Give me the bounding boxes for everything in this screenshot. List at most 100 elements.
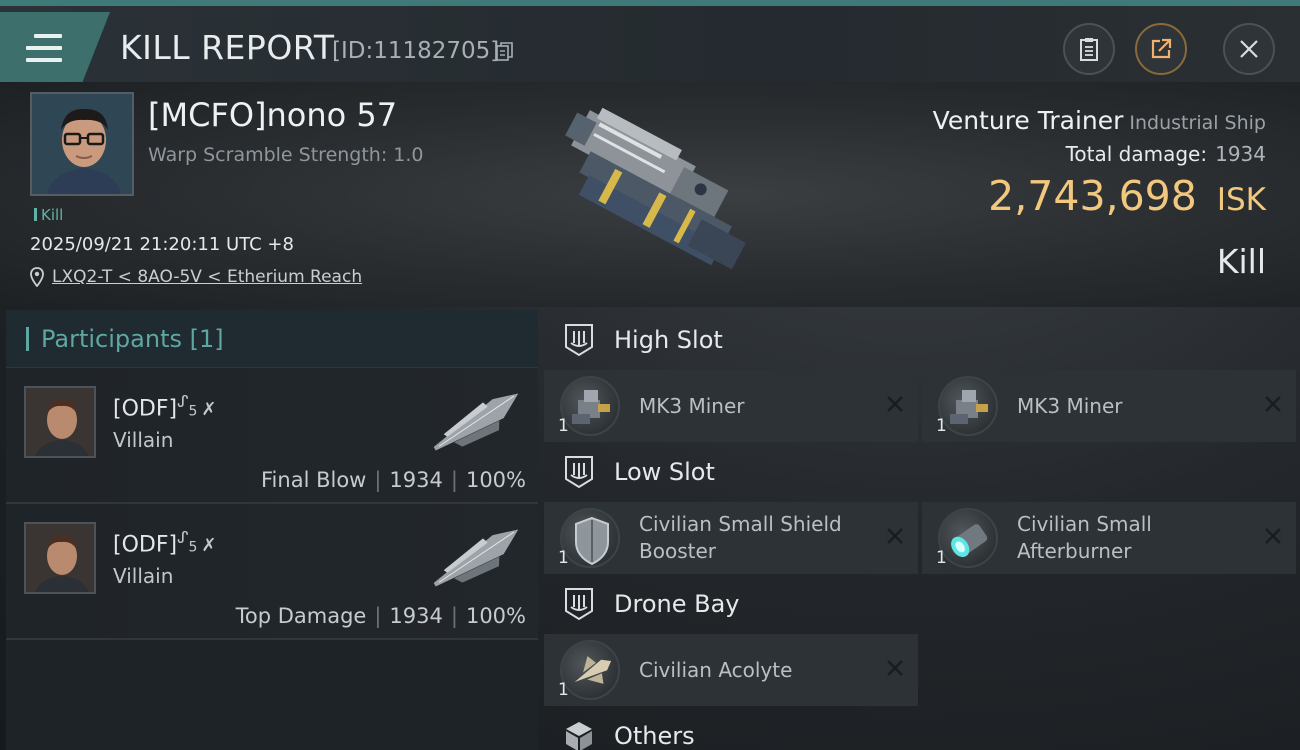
drone-icon: [560, 640, 620, 700]
module-name: MK3 Miner: [1017, 393, 1123, 418]
high-slot-header: High Slot: [544, 310, 1300, 370]
kill-timestamp: 2025/09/21 21:20:11 UTC +8: [30, 234, 294, 255]
miner-icon: [560, 376, 620, 436]
module-quantity: 1: [558, 548, 569, 568]
close-button[interactable]: [1223, 23, 1275, 75]
high-slot-modules: 1 MK3 Miner 1 MK3 Miner: [544, 370, 1300, 442]
participant-ship-image: [433, 393, 519, 451]
destroyed-x-icon: [1265, 396, 1281, 412]
rank-icon: ᔑ: [177, 392, 189, 411]
clipboard-icon: [1080, 38, 1098, 61]
afterburner-icon: [938, 508, 998, 568]
destroyed-x-icon: [1265, 528, 1281, 544]
participant-row[interactable]: [ODF]ᔑ5 ✗ Villain Final Blow | 1934 | 100%: [6, 368, 538, 504]
empty-module-slot: [922, 634, 1296, 706]
high-slot-icon: [565, 324, 593, 357]
participant-percent: 100%: [465, 468, 526, 492]
low-slot-header: Low Slot: [544, 442, 1300, 502]
low-slot-label: Low Slot: [614, 458, 715, 486]
kill-result: Kill: [1216, 242, 1266, 281]
kill-location[interactable]: LXQ2-T < 8AO-5V < Etherium Reach: [30, 267, 362, 287]
module-item[interactable]: 1 MK3 Miner: [922, 370, 1296, 442]
total-damage-label: Total damage:: [1065, 142, 1208, 166]
participant-ship-image: [433, 529, 519, 587]
participant-damage: 1934: [389, 468, 443, 492]
share-icon: [1151, 38, 1172, 59]
clipboard-button[interactable]: [1063, 23, 1115, 75]
miner-icon: [938, 376, 998, 436]
others-label: Others: [614, 722, 695, 750]
victim-avatar[interactable]: [30, 92, 134, 196]
kill-tag: Kill: [34, 206, 63, 224]
close-icon: [1240, 40, 1258, 58]
drone-bay-label: Drone Bay: [614, 590, 740, 618]
blow-label: Top Damage: [235, 604, 367, 628]
module-quantity: 1: [558, 416, 569, 436]
rank-icon: ᔑ: [177, 528, 189, 547]
module-item[interactable]: 1 MK3 Miner: [544, 370, 918, 442]
shield-booster-icon: [560, 508, 620, 568]
participant-avatar: [24, 386, 96, 458]
module-quantity: 1: [936, 416, 947, 436]
participant-role: Villain: [113, 564, 174, 588]
module-item[interactable]: 1 Civilian Acolyte: [544, 634, 918, 706]
module-quantity: 1: [558, 680, 569, 700]
faction-icon: ✗: [201, 399, 217, 421]
isk-amount: 2,743,698: [988, 172, 1197, 220]
participant-percent: 100%: [465, 604, 526, 628]
destroyed-x-icon: [887, 660, 903, 676]
victim-name[interactable]: [MCFO]nono 57: [148, 96, 397, 134]
participant-role: Villain: [113, 428, 174, 452]
module-name: Civilian Small Shield Booster: [639, 512, 842, 563]
location-link[interactable]: LXQ2-T < 8AO-5V < Etherium Reach: [52, 267, 362, 287]
module-item[interactable]: 1 Civilian Small Shield Booster: [544, 502, 918, 574]
module-name: MK3 Miner: [639, 393, 745, 418]
ship-class: Industrial Ship: [1129, 112, 1266, 134]
participant-name-text: [ODF]: [113, 396, 178, 422]
drone-bay-icon: [565, 588, 593, 621]
participant-name[interactable]: [ODF]ᔑ5 ✗: [113, 392, 216, 421]
participant-name-text: [ODF]: [113, 532, 178, 558]
victim-ship-name[interactable]: Venture Trainer Industrial Ship: [933, 106, 1266, 135]
low-slot-icon: [565, 456, 593, 489]
participant-name[interactable]: [ODF]ᔑ5 ✗: [113, 528, 216, 557]
blow-label: Final Blow: [261, 468, 367, 492]
isk-label: ISK: [1216, 182, 1266, 218]
fittings-panel: High Slot 1 MK3 Miner 1 MK3 Miner Low Sl…: [544, 310, 1300, 750]
menu-icon: [26, 34, 62, 62]
low-slot-modules: 1 Civilian Small Shield Booster 1 Civili…: [544, 502, 1300, 574]
others-header: Others: [544, 706, 1300, 750]
total-damage: Total damage: 1934: [1066, 142, 1266, 166]
ship-name-text: Venture Trainer: [932, 106, 1124, 135]
share-button[interactable]: [1135, 23, 1187, 75]
faction-icon: ✗: [201, 535, 217, 557]
module-quantity: 1: [936, 548, 947, 568]
menu-button[interactable]: [0, 12, 110, 82]
participant-stats: Final Blow | 1934 | 100%: [261, 468, 526, 492]
page-title: KILL REPORT: [120, 28, 335, 67]
module-item[interactable]: 1 Civilian Small Afterburner: [922, 502, 1296, 574]
module-name: Civilian Small Afterburner: [1017, 512, 1152, 563]
participant-stats: Top Damage | 1934 | 100%: [235, 604, 526, 628]
destroyed-x-icon: [887, 396, 903, 412]
title-bar: KILL REPORT [ID:11182705]: [0, 0, 1300, 82]
destroyed-x-icon: [887, 528, 903, 544]
warp-scramble-strength: Warp Scramble Strength: 1.0: [148, 144, 424, 166]
module-name: Civilian Acolyte: [639, 657, 793, 682]
drone-bay-header: Drone Bay: [544, 574, 1300, 634]
drone-bay-modules: 1 Civilian Acolyte: [544, 634, 1300, 706]
participants-header: Participants [1]: [6, 310, 538, 368]
participant-row[interactable]: [ODF]ᔑ5 ✗ Villain Top Damage | 1934 | 100%: [6, 504, 538, 640]
victim-summary: [MCFO]nono 57 Warp Scramble Strength: 1.…: [0, 82, 1300, 307]
high-slot-label: High Slot: [614, 326, 723, 354]
copy-icon[interactable]: [496, 42, 514, 62]
total-damage-value: 1934: [1215, 142, 1266, 166]
participants-panel: Participants [1] [ODF]ᔑ5 ✗ Villain Final …: [6, 310, 538, 750]
location-pin-icon: [30, 267, 44, 287]
report-id: [ID:11182705]: [332, 38, 500, 64]
cube-icon: [566, 722, 592, 750]
isk-value: 2,743,698 ISK: [988, 172, 1266, 220]
participant-avatar: [24, 522, 96, 594]
victim-ship-image: [565, 107, 746, 270]
participant-damage: 1934: [389, 604, 443, 628]
